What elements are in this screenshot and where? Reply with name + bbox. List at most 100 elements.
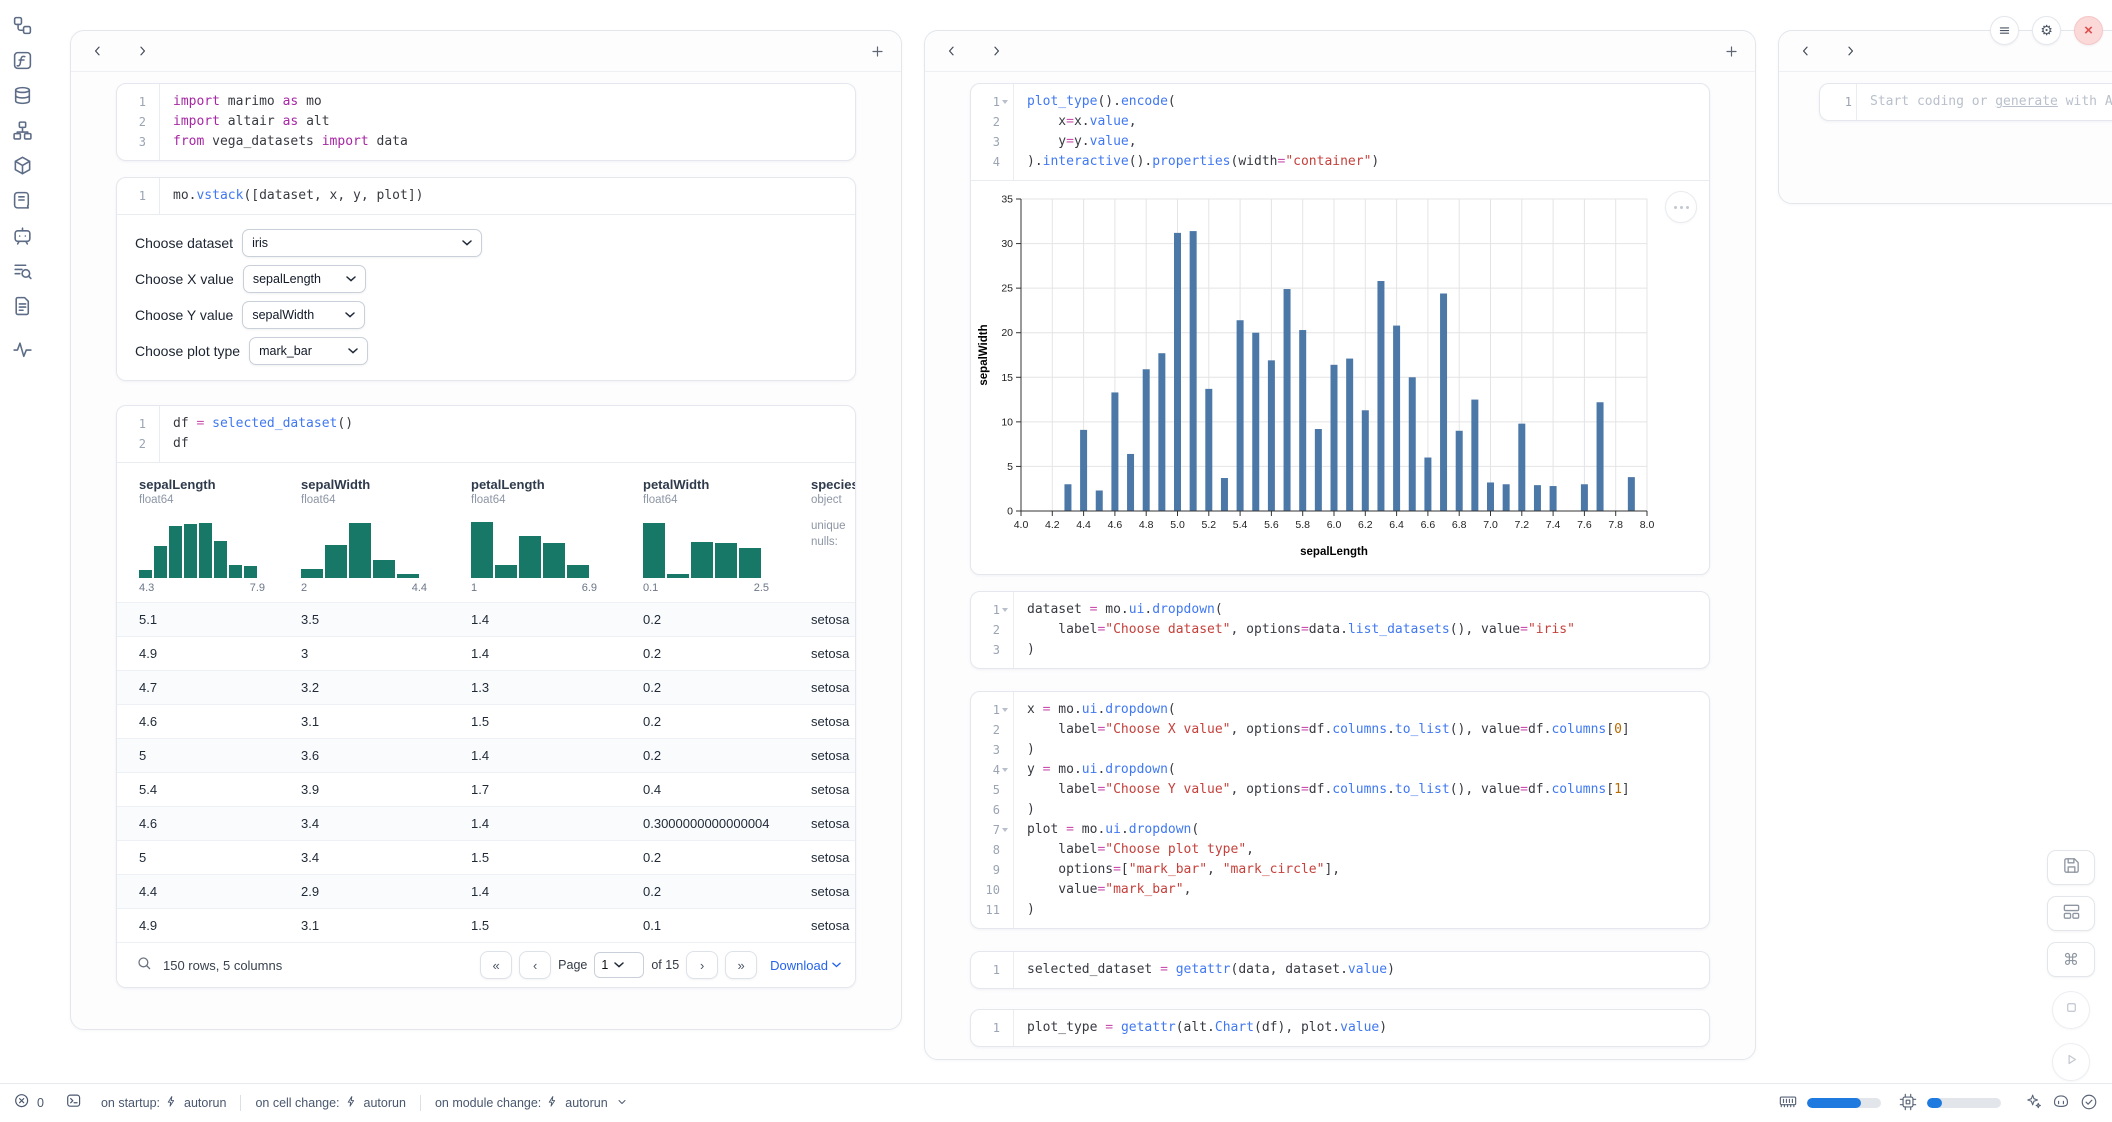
- page-select[interactable]: 1: [594, 952, 644, 978]
- run-mode-2[interactable]: on cell change:autorun: [255, 1095, 406, 1112]
- code-line[interactable]: dataset = mo.ui.dropdown(: [1027, 600, 1709, 620]
- connection-status-icon[interactable]: [2080, 1093, 2098, 1114]
- code-line[interactable]: ).interactive().properties(width="contai…: [1027, 152, 1709, 172]
- copilot-icon[interactable]: [2052, 1093, 2070, 1114]
- prev-page-button[interactable]: ‹: [519, 951, 551, 979]
- table-summary: 150 rows, 5 columns: [163, 958, 282, 973]
- code-line[interactable]: plot_type().encode(: [1027, 92, 1709, 112]
- code-editor[interactable]: 12df = selected_dataset()df: [117, 406, 855, 462]
- table-row[interactable]: 4.63.11.50.2setosa: [117, 704, 855, 738]
- table-row[interactable]: 4.93.11.50.1setosa: [117, 908, 855, 942]
- add-cell-button[interactable]: [1721, 41, 1741, 61]
- code-line[interactable]: ): [1027, 900, 1709, 920]
- code-line[interactable]: value="mark_bar",: [1027, 880, 1709, 900]
- last-page-button[interactable]: »: [725, 951, 757, 979]
- table-column-header[interactable]: speciesobjectuniquenulls:: [803, 477, 856, 594]
- table-search-icon[interactable]: [137, 956, 153, 975]
- code-line[interactable]: ): [1027, 640, 1709, 660]
- run-mode-3[interactable]: on module change:autorun: [435, 1095, 628, 1112]
- code-line[interactable]: label="Choose plot type",: [1027, 840, 1709, 860]
- table-row[interactable]: 4.73.21.30.2setosa: [117, 670, 855, 704]
- column-scroll-right-button[interactable]: [1841, 42, 1859, 60]
- table-column-header[interactable]: petalWidthfloat640.12.5: [635, 477, 803, 594]
- package-icon[interactable]: [11, 154, 33, 176]
- code-line[interactable]: label="Choose dataset", options=data.lis…: [1027, 620, 1709, 640]
- code-line[interactable]: options=["mark_bar", "mark_circle"],: [1027, 860, 1709, 880]
- shutdown-button[interactable]: ×: [2074, 16, 2103, 45]
- menu-button[interactable]: [1990, 16, 2019, 45]
- next-page-button[interactable]: ›: [686, 951, 718, 979]
- settings-button[interactable]: ⚙: [2032, 16, 2061, 45]
- code-line[interactable]: plot = mo.ui.dropdown(: [1027, 820, 1709, 840]
- choose-dataset-select[interactable]: iris: [242, 229, 482, 257]
- code-line[interactable]: import marimo as mo: [173, 92, 855, 112]
- table-row[interactable]: 4.42.91.40.2setosa: [117, 874, 855, 908]
- add-cell-button[interactable]: [867, 41, 887, 61]
- terminal-icon[interactable]: [66, 1093, 83, 1113]
- layout-panel-button[interactable]: [2047, 896, 2095, 931]
- play-button[interactable]: [2052, 1043, 2090, 1081]
- errors-icon[interactable]: [14, 1093, 31, 1113]
- network-icon[interactable]: [11, 119, 33, 141]
- code-line[interactable]: selected_dataset = getattr(data, dataset…: [1027, 960, 1709, 980]
- code-line[interactable]: y=y.value,: [1027, 132, 1709, 152]
- column-scroll-left-button[interactable]: [943, 42, 961, 60]
- code-line[interactable]: df: [173, 434, 855, 454]
- table-row[interactable]: 4.63.41.40.3000000000000004setosa: [117, 806, 855, 840]
- chart-actions-button[interactable]: [1665, 191, 1697, 223]
- code-line[interactable]: df = selected_dataset(): [173, 414, 855, 434]
- code-editor[interactable]: 1mo.vstack([dataset, x, y, plot]): [117, 178, 855, 214]
- code-line[interactable]: label="Choose X value", options=df.colum…: [1027, 720, 1709, 740]
- code-editor[interactable]: 1234plot_type().encode( x=x.value, y=y.v…: [971, 84, 1709, 180]
- database-icon[interactable]: [11, 84, 33, 106]
- code-line[interactable]: mo.vstack([dataset, x, y, plot]): [173, 186, 855, 206]
- table-row[interactable]: 53.41.50.2setosa: [117, 840, 855, 874]
- column-scroll-right-button[interactable]: [987, 42, 1005, 60]
- column-scroll-left-button[interactable]: [89, 42, 107, 60]
- code-editor[interactable]: 1plot_type = getattr(alt.Chart(df), plot…: [971, 1010, 1709, 1046]
- run-mode-1[interactable]: on startup:autorun: [101, 1095, 226, 1112]
- first-page-button[interactable]: «: [480, 951, 512, 979]
- workflow-icon[interactable]: [11, 14, 33, 36]
- code-editor[interactable]: 123dataset = mo.ui.dropdown( label="Choo…: [971, 592, 1709, 668]
- table-column-header[interactable]: petalLengthfloat6416.9: [463, 477, 635, 594]
- column-scroll-right-button[interactable]: [133, 42, 151, 60]
- activity-icon[interactable]: [11, 338, 33, 360]
- table-row[interactable]: 5.13.51.40.2setosa: [117, 602, 855, 636]
- code-editor[interactable]: 1Start coding or generate with AI: [1820, 84, 2112, 120]
- function-square-icon[interactable]: [11, 49, 33, 71]
- text-search-icon[interactable]: [11, 259, 33, 281]
- scroll-icon[interactable]: [11, 189, 33, 211]
- code-editor[interactable]: 123import marimo as moimport altair as a…: [117, 84, 855, 160]
- stop-button[interactable]: [2052, 991, 2090, 1029]
- code-line[interactable]: x = mo.ui.dropdown(: [1027, 700, 1709, 720]
- column-scroll-left-button[interactable]: [1797, 42, 1815, 60]
- ai-sparkles-icon[interactable]: [2025, 1093, 2042, 1113]
- code-line[interactable]: from vega_datasets import data: [173, 132, 855, 152]
- file-text-icon[interactable]: [11, 294, 33, 316]
- code-editor[interactable]: 1234567891011x = mo.ui.dropdown( label="…: [971, 692, 1709, 928]
- code-line[interactable]: y = mo.ui.dropdown(: [1027, 760, 1709, 780]
- code-line[interactable]: ): [1027, 800, 1709, 820]
- code-line[interactable]: label="Choose Y value", options=df.colum…: [1027, 780, 1709, 800]
- table-column-header[interactable]: sepalLengthfloat644.37.9: [117, 477, 293, 594]
- code-line[interactable]: import altair as alt: [173, 112, 855, 132]
- code-line[interactable]: plot_type = getattr(alt.Chart(df), plot.…: [1027, 1018, 1709, 1038]
- choose-plot-type-select[interactable]: mark_bar: [249, 337, 368, 365]
- table-row[interactable]: 5.43.91.70.4setosa: [117, 772, 855, 806]
- bot-message-icon[interactable]: [11, 224, 33, 246]
- table-row[interactable]: 53.61.40.2setosa: [117, 738, 855, 772]
- command-button[interactable]: ⌘: [2047, 942, 2095, 977]
- choose-y-value-select[interactable]: sepalWidth: [242, 301, 365, 329]
- download-button[interactable]: Download: [770, 958, 841, 973]
- generate-link[interactable]: generate: [1995, 94, 2058, 109]
- code-line[interactable]: x=x.value,: [1027, 112, 1709, 132]
- altair-bar-chart[interactable]: 4.04.24.44.64.85.05.25.45.65.86.06.26.46…: [975, 187, 1665, 561]
- save-button[interactable]: [2047, 850, 2095, 885]
- table-column-header[interactable]: sepalWidthfloat6424.4: [293, 477, 463, 594]
- code-line[interactable]: ): [1027, 740, 1709, 760]
- editor-placeholder[interactable]: Start coding or generate with AI: [1870, 92, 2112, 112]
- choose-x-value-select[interactable]: sepalLength: [243, 265, 366, 293]
- code-editor[interactable]: 1selected_dataset = getattr(data, datase…: [971, 952, 1709, 988]
- table-row[interactable]: 4.931.40.2setosa: [117, 636, 855, 670]
